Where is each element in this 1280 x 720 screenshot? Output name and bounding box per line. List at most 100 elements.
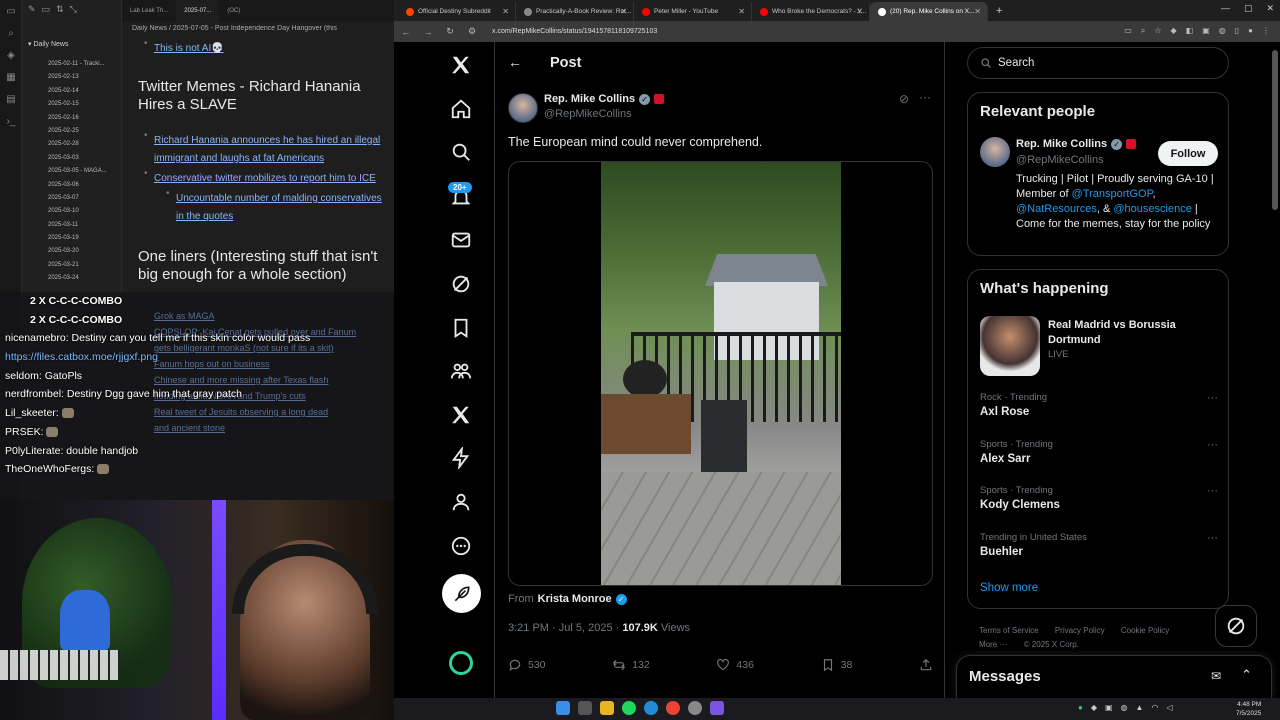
bookmarks-icon[interactable] [440,307,482,349]
extension-icon[interactable]: ◆ [1170,26,1176,36]
file-tree-item[interactable]: 2025-02-25 [22,125,121,138]
extension-icon[interactable]: ◧ [1186,26,1194,36]
extension-icon[interactable]: ◍ [1219,26,1226,36]
browser-tab[interactable]: Practically-A-Book Review: Rot... ✕ [516,2,634,21]
bookmark-button[interactable]: 38 [821,658,852,672]
reload-icon[interactable]: ↻ [444,26,456,37]
tab-close-icon[interactable]: ✕ [856,7,863,16]
obsidian-icon[interactable] [710,701,724,715]
chat-username[interactable]: nicenamebro: [5,332,69,344]
note-link[interactable]: Richard Hanania announces he has hired a… [154,135,380,164]
browser-tab-active[interactable]: (20) Rep. Mike Collins on X... ✕ [870,2,988,21]
file-tree-item[interactable]: 2025-02-15 [22,98,121,111]
footer-link[interactable]: More ··· [979,640,1007,649]
file-tree-item[interactable]: 2025-03-24 [22,272,121,285]
obsidian-tab-active[interactable]: 2025-07... [176,0,220,22]
chat-link[interactable]: https://files.catbox.moe/rjjgxf.png [5,351,158,363]
cast-icon[interactable]: ▭ [1124,26,1132,36]
mention-link[interactable]: @housescience [1113,203,1191,215]
tray-icon[interactable]: ● [1078,703,1083,712]
search-icon[interactable]: ⌕ [0,28,22,44]
explore-icon[interactable] [440,131,482,173]
extension-icon[interactable]: ▣ [1202,26,1210,36]
avatar[interactable] [980,137,1010,167]
reply-button[interactable]: 530 [508,658,546,672]
obsidian-tab[interactable]: Lab Leak Th... [122,0,176,22]
chat-username[interactable]: nerdfrombel: [5,388,64,400]
profile-icon[interactable] [440,481,482,523]
chat-username[interactable]: seldom: [5,370,42,382]
task-view-icon[interactable] [578,701,592,715]
tray-icon[interactable]: ▲ [1136,703,1144,712]
close-icon[interactable]: ✕ [1266,3,1274,14]
zoom-icon[interactable]: ⌕ [1141,26,1145,36]
post-time[interactable]: 3:21 PM · Jul 5, 2025 · [508,622,619,634]
avatar[interactable] [508,93,538,123]
file-tree-item[interactable]: 2025-02-28 [22,138,121,151]
scrollbar[interactable] [1272,50,1278,210]
browser-tab[interactable]: Peter Miller - YouTube ✕ [634,2,752,21]
maximize-icon[interactable]: ▢ [1244,3,1253,14]
file-tree-item[interactable]: 2025-03-11 [22,219,121,232]
edge-icon[interactable] [644,701,658,715]
tab-close-icon[interactable]: ✕ [738,7,745,16]
note-link[interactable]: Conservative twitter mobilizes to report… [154,173,376,184]
footer-link[interactable]: Cookie Policy [1121,626,1169,635]
chat-username[interactable]: TheOneWhoFergs: [5,463,94,475]
browser-tab[interactable]: Who Broke the Democrats? - Y... ✕ [752,2,870,21]
address-bar[interactable]: x.com/RepMikeCollins/status/194157811810… [488,28,657,35]
file-tree-item[interactable]: 2025-03-10 [22,205,121,218]
volume-icon[interactable]: ◁ [1166,703,1172,712]
tab-close-icon[interactable]: ✕ [620,7,627,16]
clock[interactable]: 4:48 PM 7/5/2025 [1236,700,1261,718]
expand-icon[interactable]: ⌃ [1241,667,1252,683]
trend-item[interactable]: Rock · Trending Axl Rose ··· [980,392,1218,418]
tray-icon[interactable]: ◆ [1091,703,1097,712]
folder-daily-news[interactable]: ▾ Daily News [22,20,121,58]
profile-icon[interactable]: ● [1248,26,1253,36]
collapse-icon[interactable]: ⤡ [70,4,77,16]
file-tree-item[interactable]: 2025-03-03 [22,152,121,165]
sort-icon[interactable]: ⇅ [56,4,64,16]
note-link[interactable]: Uncountable number of malding conservati… [176,193,382,222]
tab-close-icon[interactable]: ✕ [502,7,509,16]
chat-username[interactable]: PRSEK: [5,426,44,438]
x-logo-icon[interactable] [440,44,482,86]
mention-link[interactable]: @NatResources [1016,203,1097,215]
more-options-icon[interactable]: ··· [919,90,931,104]
chat-username[interactable]: Lil_skeeter: [5,407,59,419]
search-input[interactable]: Search [967,47,1229,79]
new-note-icon[interactable]: ✎ [28,4,36,16]
menu-icon[interactable]: ⋮ [1262,26,1270,36]
verified-orgs-icon[interactable] [440,437,482,479]
grok-explain-icon[interactable]: ⊘ [899,92,909,106]
author-handle[interactable]: @RepMikeCollins [544,108,632,120]
file-tree-item[interactable]: 2025-03-05 - MAGA... [22,165,121,178]
obs-icon[interactable] [688,701,702,715]
file-tree-item[interactable]: 2025-03-20 [22,245,121,258]
file-icon[interactable]: ▭ [0,6,22,22]
trend-item[interactable]: Sports · Trending Kody Clemens ··· [980,485,1218,511]
repost-button[interactable]: 132 [612,658,650,672]
back-icon[interactable]: ← [400,27,412,37]
chrome-icon[interactable] [666,701,680,715]
new-tab-icon[interactable]: + [988,5,1010,17]
file-explorer-icon[interactable] [600,701,614,715]
messages-icon[interactable] [440,219,482,261]
forward-icon[interactable]: → [422,27,434,37]
file-tree-item[interactable]: 2025-03-19 [22,232,121,245]
premium-icon[interactable] [440,394,482,436]
person-name[interactable]: Rep. Mike Collins ✓ [1016,138,1137,150]
obsidian-tab[interactable]: (OC) [219,0,248,22]
person-handle[interactable]: @RepMikeCollins [1016,154,1104,166]
post-video[interactable] [508,161,933,586]
more-options-icon[interactable]: ··· [1207,532,1218,544]
grok-float-button[interactable] [1215,605,1257,647]
event-title[interactable]: Real Madrid vs Borussia Dortmund [1048,318,1218,348]
graph-icon[interactable]: ◈ [0,50,22,66]
footer-link[interactable]: Privacy Policy [1055,626,1105,635]
sidebar-icon[interactable]: ▯ [1235,26,1239,36]
calendar-icon[interactable]: ▤ [0,94,22,110]
more-options-icon[interactable]: ··· [1207,485,1218,497]
communities-icon[interactable] [440,350,482,392]
